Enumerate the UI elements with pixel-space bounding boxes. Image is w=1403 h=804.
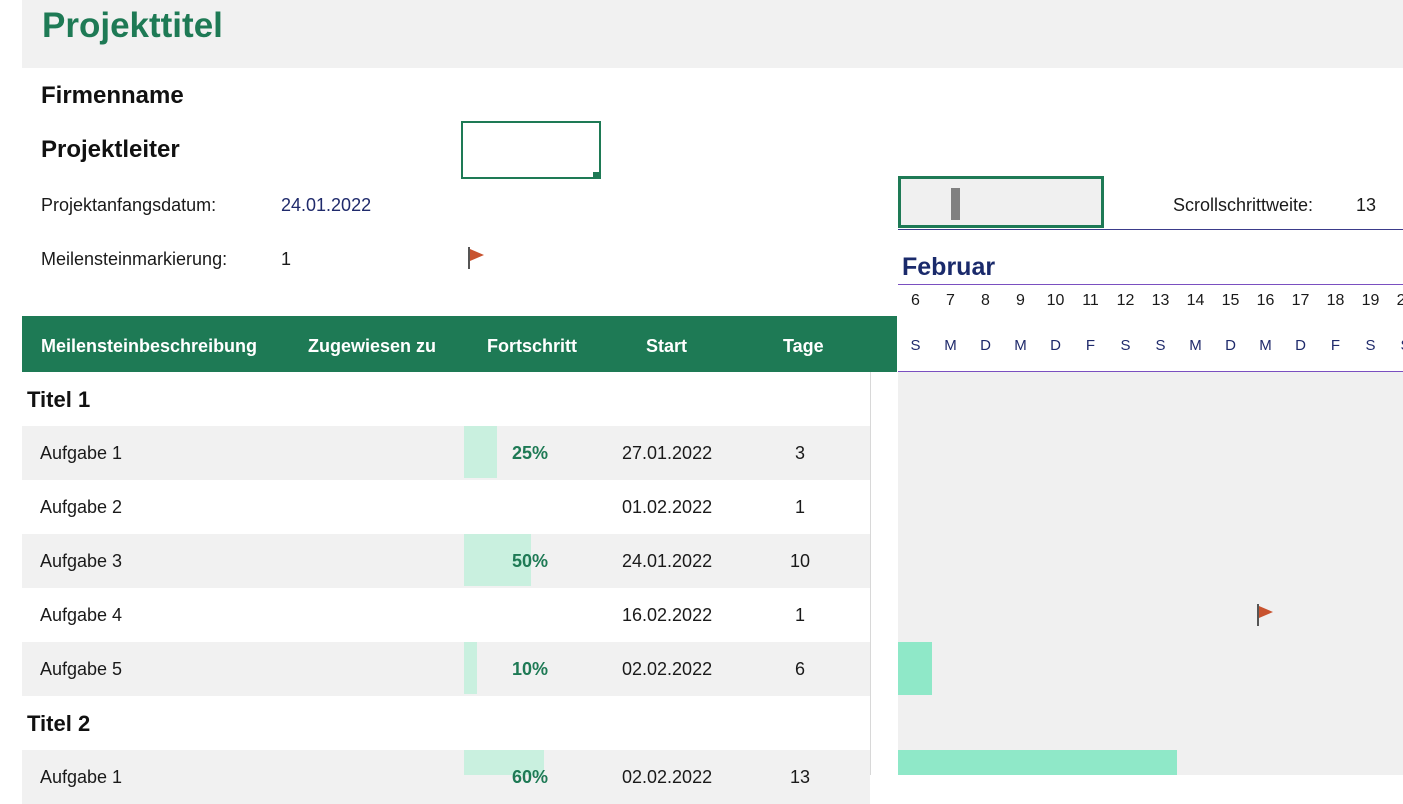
calendar-day-number: 17	[1291, 292, 1310, 309]
calendar-day-number: 13	[1151, 292, 1170, 309]
start-date[interactable]: 02.02.2022	[622, 642, 712, 696]
progress-value[interactable]: 25%	[500, 426, 560, 480]
scrollbar-thumb[interactable]	[951, 188, 960, 220]
task-name[interactable]: Aufgabe 5	[40, 642, 122, 696]
milestone-flag-icon	[468, 247, 486, 269]
title-band	[22, 0, 1403, 68]
table-row[interactable]	[22, 480, 870, 534]
scroll-step-value[interactable]: 13	[1356, 195, 1376, 216]
calendar-day-number: 15	[1221, 292, 1240, 309]
calendar-day-number: 16	[1256, 292, 1275, 309]
calendar-weekday-letter: S	[910, 337, 921, 354]
section-title[interactable]: Titel 1	[27, 373, 90, 427]
calendar-weekday-letter: D	[1225, 337, 1236, 354]
calendar-weekday-letter: M	[1259, 337, 1272, 354]
divider	[898, 229, 1403, 230]
progress-value[interactable]: 10%	[500, 642, 560, 696]
calendar-day-number: 18	[1326, 292, 1345, 309]
task-name[interactable]: Aufgabe 1	[40, 750, 122, 804]
calendar-day-number: 7	[946, 292, 955, 309]
calendar-weekday-letter: M	[1189, 337, 1202, 354]
project-lead-input[interactable]	[461, 121, 601, 179]
calendar-weekday-letter: D	[1050, 337, 1061, 354]
start-date[interactable]: 01.02.2022	[622, 480, 712, 534]
col-header-assigned[interactable]: Zugewiesen zu	[308, 316, 436, 372]
start-date[interactable]: 24.01.2022	[622, 534, 712, 588]
duration-days[interactable]: 13	[780, 750, 820, 804]
timeline-scrollbar[interactable]	[898, 176, 1104, 228]
calendar-day-number: 14	[1186, 292, 1205, 309]
start-date[interactable]: 02.02.2022	[622, 750, 712, 804]
calendar-weekday-letter: F	[1085, 337, 1096, 354]
calendar-weekday-letter: S	[1365, 337, 1376, 354]
calendar-weekday-letter: S	[1388, 337, 1403, 354]
calendar-weekday-letter: M	[944, 337, 957, 354]
calendar-day-number: 10	[1046, 292, 1065, 309]
calendar-day-number: 12	[1116, 292, 1135, 309]
calendar-top-line	[898, 284, 1403, 285]
calendar-weekday-letter: M	[1014, 337, 1027, 354]
month-label: Februar	[902, 253, 996, 281]
table-row[interactable]	[22, 750, 870, 804]
duration-days[interactable]: 1	[780, 588, 820, 642]
col-header-days[interactable]: Tage	[783, 316, 824, 372]
calendar-weekday-letter: S	[1120, 337, 1131, 354]
calendar-weekday-letter: S	[1155, 337, 1166, 354]
task-name[interactable]: Aufgabe 4	[40, 588, 122, 642]
calendar-weekday-letter: D	[980, 337, 991, 354]
start-date-value[interactable]: 24.01.2022	[281, 195, 371, 216]
calendar-day-number: 19	[1361, 292, 1380, 309]
task-name[interactable]: Aufgabe 3	[40, 534, 122, 588]
start-date[interactable]: 16.02.2022	[622, 588, 712, 642]
progress-value[interactable]: 50%	[500, 534, 560, 588]
milestone-flag-icon	[1257, 604, 1275, 626]
col-header-description[interactable]: Meilensteinbeschreibung	[41, 316, 257, 372]
progress-bar	[464, 426, 497, 478]
calendar-day-number: 9	[1016, 292, 1025, 309]
calendar-weekday-letter: D	[1295, 337, 1306, 354]
duration-days[interactable]: 6	[780, 642, 820, 696]
col-header-start[interactable]: Start	[646, 316, 687, 372]
gantt-bar[interactable]	[898, 642, 932, 695]
gantt-bar[interactable]	[898, 750, 1177, 775]
company-name[interactable]: Firmenname	[41, 82, 184, 110]
table-row[interactable]	[22, 426, 870, 480]
task-name[interactable]: Aufgabe 1	[40, 426, 122, 480]
milestone-marker-label: Meilensteinmarkierung:	[41, 249, 228, 269]
milestone-marker-value[interactable]: 1	[281, 249, 291, 270]
table-row[interactable]	[22, 534, 870, 588]
duration-days[interactable]: 3	[780, 426, 820, 480]
calendar-day-number: 11	[1082, 292, 1099, 309]
table-row[interactable]	[22, 642, 870, 696]
calendar-weekday-letter: F	[1330, 337, 1341, 354]
scroll-step-label: Scrollschrittweite:	[1173, 195, 1314, 215]
calendar-day-number: 6	[911, 292, 920, 309]
duration-days[interactable]: 10	[780, 534, 820, 588]
table-row[interactable]	[22, 588, 870, 642]
task-name[interactable]: Aufgabe 2	[40, 480, 122, 534]
divider	[870, 372, 871, 775]
progress-value[interactable]: 60%	[500, 750, 560, 804]
cell-fill-handle[interactable]	[593, 172, 599, 178]
duration-days[interactable]: 1	[780, 480, 820, 534]
gantt-area	[898, 372, 1403, 775]
calendar-day-number: 8	[981, 292, 990, 309]
section-title[interactable]: Titel 2	[27, 697, 90, 751]
start-date[interactable]: 27.01.2022	[622, 426, 712, 480]
progress-bar	[464, 642, 477, 694]
col-header-progress[interactable]: Fortschritt	[487, 316, 577, 372]
project-title[interactable]: Projekttitel	[42, 4, 223, 48]
start-date-label: Projektanfangsdatum:	[41, 195, 217, 215]
calendar-day-number: 20	[1396, 292, 1403, 309]
project-lead-label[interactable]: Projektleiter	[41, 136, 180, 164]
